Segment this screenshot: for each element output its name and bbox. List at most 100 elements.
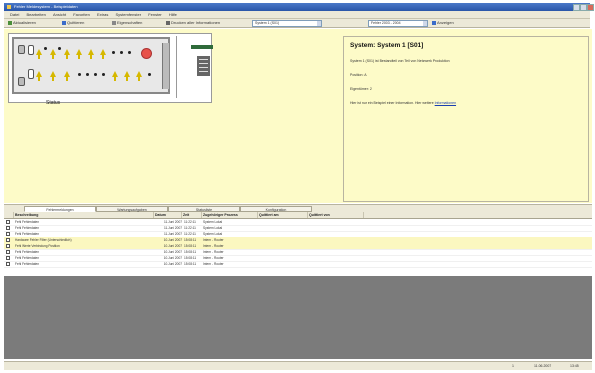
power-supply-icon — [197, 56, 210, 76]
toolbar: Aktualisieren Quittieren Eigenschaften D… — [4, 19, 590, 28]
port-stem — [90, 55, 92, 59]
printer-icon — [166, 20, 170, 25]
port-icon — [58, 47, 61, 50]
row-checkbox[interactable] — [6, 244, 10, 248]
led-icon — [28, 69, 34, 79]
col-process[interactable]: Zugehöriger Prozess — [202, 212, 258, 218]
port-stem — [102, 55, 104, 59]
minimize-button[interactable] — [573, 4, 580, 11]
info-line: Hier ist nur ein Beispiel einer Informat… — [350, 101, 457, 105]
menu-edit[interactable]: Bearbeiten — [26, 11, 45, 18]
empty-area — [4, 276, 592, 359]
col-ack-by[interactable]: Quittiert von — [308, 212, 364, 218]
system-select[interactable]: System 1 (S01) — [252, 20, 322, 27]
status-bar: 1 11.06.2007 13:45 — [4, 361, 592, 370]
go-icon — [432, 20, 436, 25]
menu-window[interactable]: Fenster — [148, 11, 162, 18]
acknowledge-icon — [62, 20, 66, 25]
grill-line — [199, 63, 208, 64]
properties-button[interactable]: Eigenschaften — [112, 20, 142, 25]
close-button[interactable] — [587, 4, 594, 11]
info-line: System 1 (S01) ist Bestandteil von Teil … — [350, 59, 450, 63]
menu-system-window[interactable]: Systemfenster — [115, 11, 141, 18]
port-icon — [112, 51, 115, 54]
menu-tools[interactable]: Extras — [97, 11, 108, 18]
info-panel: System: System 1 [S01] System 1 (S01) is… — [343, 36, 589, 202]
port-icon — [148, 73, 151, 76]
table-row[interactable]: Fehl Fehlerdaten 10.Juni 2007 15:08:11 Inte… — [4, 261, 592, 268]
device-graphic[interactable] — [8, 33, 213, 103]
maximize-button[interactable] — [580, 4, 587, 11]
port-stem — [126, 77, 128, 81]
port-icon — [44, 47, 47, 50]
row-checkbox[interactable] — [6, 226, 10, 230]
port-icon — [86, 73, 89, 76]
device-side-panel — [162, 43, 169, 89]
info-title: System: System 1 [S01] — [350, 42, 424, 49]
grill-line — [199, 59, 208, 60]
row-checkbox[interactable] — [6, 262, 10, 266]
col-time[interactable]: Zeit — [182, 212, 202, 218]
status-count: 1 — [512, 364, 514, 368]
port-stem — [114, 77, 116, 81]
app-icon — [7, 5, 11, 9]
col-description[interactable]: Beschreibung — [14, 212, 154, 218]
grill-line — [199, 67, 208, 68]
title-bar: Fehler Meldesystem - Beispieldaten — [4, 3, 594, 11]
table-header: Beschreibung Datum Zeit Zugehöriger Proz… — [4, 212, 592, 219]
cell-process: Intern - Router — [203, 262, 224, 266]
port-stem — [66, 55, 68, 59]
info-line: Position: A — [350, 73, 367, 77]
menu-view[interactable]: Ansicht — [53, 11, 66, 18]
slot-icon — [18, 77, 25, 86]
port-stem — [66, 77, 68, 81]
port-icon — [94, 73, 97, 76]
port-stem — [38, 77, 40, 81]
port-icon — [102, 73, 105, 76]
status-time: 13:45 — [570, 364, 579, 368]
menu-file[interactable]: Datei — [10, 11, 19, 18]
port-stem — [38, 55, 40, 59]
info-line: Eigentümer: 2 — [350, 87, 372, 91]
device-chassis — [12, 37, 170, 94]
filter-select[interactable]: Fehler 2003 - 2004 — [368, 20, 428, 27]
port-icon — [128, 51, 131, 54]
cell-date: 10.Juni 2007 — [163, 262, 182, 266]
port-icon — [120, 51, 123, 54]
slot-icon — [18, 45, 25, 54]
port-stem — [78, 55, 80, 59]
error-table: Beschreibung Datum Zeit Zugehöriger Proz… — [4, 212, 592, 276]
chevron-down-icon — [423, 21, 427, 26]
acknowledge-button[interactable]: Quittieren — [62, 20, 84, 25]
device-label: Status — [46, 100, 61, 106]
go-button[interactable]: Anzeigen — [432, 20, 454, 25]
menu-bar: Datei Bearbeiten Ansicht Favoriten Extra… — [4, 11, 590, 19]
grill-line — [199, 71, 208, 72]
port-stem — [52, 55, 54, 59]
port-stem — [138, 77, 140, 81]
menu-favorites[interactable]: Favoriten — [73, 11, 90, 18]
cell-time: 15:08:11 — [184, 262, 197, 266]
col-checkbox — [4, 212, 14, 218]
refresh-icon — [8, 20, 12, 25]
row-checkbox[interactable] — [6, 238, 10, 242]
row-checkbox[interactable] — [6, 256, 10, 260]
status-date: 11.06.2007 — [534, 364, 552, 368]
cell-description: Fehl Fehlerdaten — [15, 262, 40, 266]
row-checkbox[interactable] — [6, 220, 10, 224]
port-icon — [78, 73, 81, 76]
port-stem — [52, 77, 54, 81]
properties-icon — [112, 20, 116, 25]
refresh-button[interactable]: Aktualisieren — [8, 20, 36, 25]
col-date[interactable]: Datum — [154, 212, 182, 218]
row-checkbox[interactable] — [6, 250, 10, 254]
info-link[interactable]: Informationen — [435, 101, 456, 105]
col-ack-date[interactable]: Quittiert am — [258, 212, 308, 218]
divider — [176, 36, 177, 98]
window-title: Fehler Meldesystem - Beispieldaten — [14, 4, 78, 9]
menu-help[interactable]: Hilfe — [169, 11, 177, 18]
led-icon — [28, 45, 34, 55]
alarm-indicator-icon — [141, 48, 152, 59]
row-checkbox[interactable] — [6, 232, 10, 236]
print-button[interactable]: Drucken aller Informationen — [166, 20, 220, 25]
